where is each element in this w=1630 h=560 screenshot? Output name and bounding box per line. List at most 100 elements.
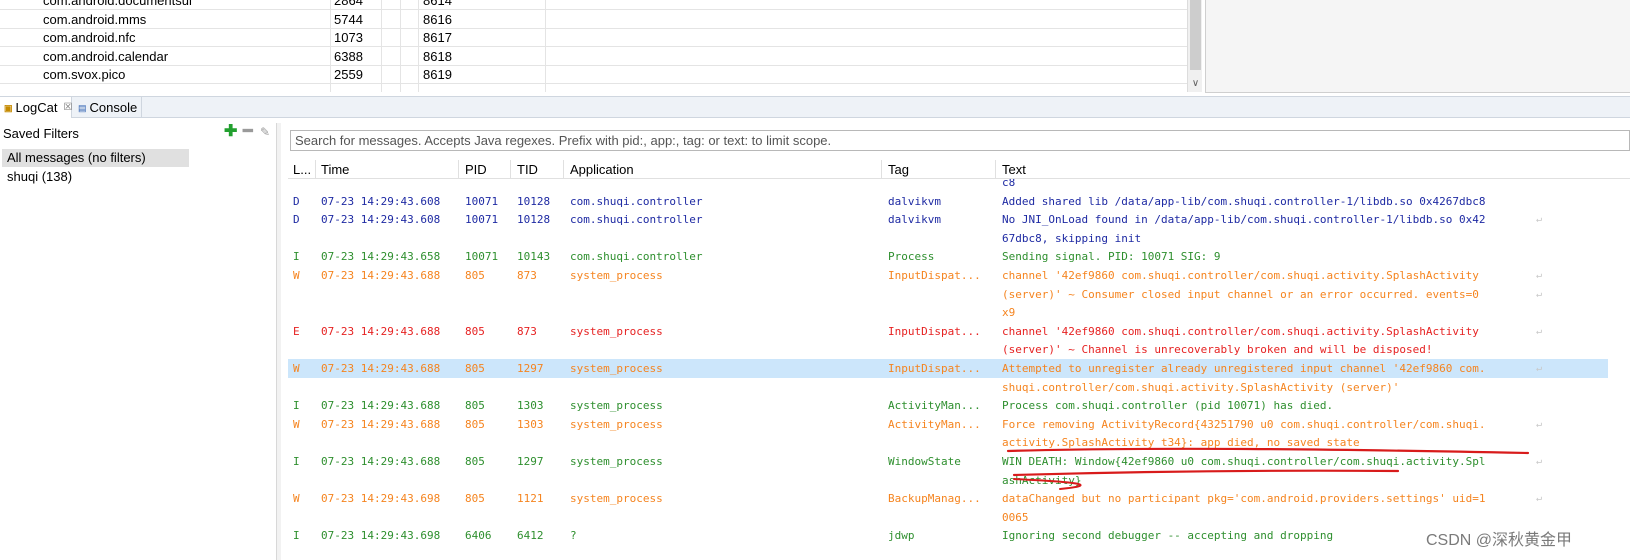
console-icon: ▤ <box>78 102 87 113</box>
process-row[interactable]: com.svox.pico 2559 8619 <box>0 66 1187 84</box>
log-row[interactable]: W 07-23 14:29:43.688 805 1303 system_process… <box>288 415 1608 434</box>
log-time: 07-23 14:29:43.658 <box>321 250 441 264</box>
filter-item-all-messages[interactable]: All messages (no filters) <box>2 149 189 167</box>
process-port: 8618 <box>423 48 452 64</box>
log-row[interactable]: E 07-23 14:29:43.688 805 873 system_process I… <box>288 322 1608 341</box>
column-header-time[interactable]: Time <box>321 161 349 178</box>
log-row[interactable]: W 07-23 14:29:43.688 805 873 system_process I… <box>288 266 1608 285</box>
scrollbar-thumb[interactable] <box>1190 0 1201 70</box>
log-level: W <box>293 269 300 282</box>
log-text: WIN DEATH: Window{42ef9860 u0 com.shuqi.… <box>1002 455 1486 468</box>
log-pid: 805 <box>465 417 485 431</box>
process-pid: 6388 <box>334 48 363 64</box>
log-pid: 6406 <box>465 529 492 543</box>
log-level: D <box>293 194 300 208</box>
log-time: 07-23 14:29:43.688 <box>321 417 441 431</box>
panel-splitter[interactable] <box>276 123 281 560</box>
log-row[interactable]: D 07-23 14:29:43.608 10071 10128 com.shuqi.c… <box>288 210 1608 229</box>
log-level: D <box>293 213 300 227</box>
column-header-tid[interactable]: TID <box>517 161 538 178</box>
log-text: Sending signal. PID: 10071 SIG: 9 <box>1002 250 1221 264</box>
column-header-level[interactable]: L... <box>293 161 311 178</box>
log-text: dataChanged but no participant pkg='com.… <box>1002 492 1486 506</box>
line-wrap-icon: ↵ <box>1536 270 1543 281</box>
close-icon[interactable]: ☒ <box>63 98 72 118</box>
log-row-continuation[interactable]: 0065 <box>288 508 1608 527</box>
add-filter-icon[interactable]: ✚ <box>224 124 237 140</box>
log-row[interactable]: I 07-23 14:29:43.688 805 1303 system_process… <box>288 396 1608 415</box>
log-level: I <box>293 250 300 264</box>
log-row-continuation[interactable]: (server)' ~ Channel is unrecoverably bro… <box>288 340 1608 359</box>
filter-item-shuqi[interactable]: shuqi (138) <box>2 168 189 186</box>
log-tid: 873 <box>517 269 537 282</box>
log-row[interactable]: I 07-23 14:29:43.658 10071 10143 com.shuqi.c… <box>288 247 1608 266</box>
process-name: com.android.documentsui <box>43 0 192 8</box>
log-time: 07-23 14:29:43.608 <box>321 213 441 227</box>
log-level: I <box>293 399 300 413</box>
log-tag: InputDispat... <box>888 362 981 375</box>
tab-console[interactable]: ▤ Console <box>74 97 142 118</box>
column-header-text[interactable]: Text <box>1002 161 1026 178</box>
line-wrap-icon: ↵ <box>1536 288 1543 300</box>
process-row[interactable]: com.android.mms 5744 8616 <box>0 11 1187 29</box>
log-application: system_process <box>570 362 663 375</box>
column-header-pid[interactable]: PID <box>465 161 487 178</box>
log-pid: 805 <box>465 269 485 282</box>
log-pid: 805 <box>465 324 485 338</box>
column-header-tag[interactable]: Tag <box>888 161 909 178</box>
process-row[interactable]: com.android.documentsui 2864 8614 <box>0 0 1187 10</box>
log-message-list[interactable]: c8 D 07-23 14:29:43.608 10071 10128 com.shuqi… <box>288 179 1630 560</box>
log-text: channel '42ef9860 com.shuqi.controller/c… <box>1002 324 1479 338</box>
log-level: E <box>293 324 300 338</box>
log-text: Attempted to unregister already unregist… <box>1002 362 1486 375</box>
process-pid: 2559 <box>334 67 363 82</box>
log-tid: 10143 <box>517 250 551 264</box>
line-wrap-icon: ↵ <box>1536 418 1543 430</box>
log-pid: 805 <box>465 455 485 468</box>
tab-logcat[interactable]: ▣ LogCat ☒ <box>0 97 72 118</box>
log-row[interactable]: I 07-23 14:29:43.688 805 1297 system_process… <box>288 452 1608 471</box>
line-wrap-icon: ↵ <box>1536 363 1543 374</box>
process-name: com.android.mms <box>43 11 147 27</box>
log-application: system_process <box>570 399 663 413</box>
tab-console-label: Console <box>89 99 138 115</box>
log-application: system_process <box>570 324 663 338</box>
log-row-continuation[interactable]: 67dbc8, skipping init <box>288 229 1608 248</box>
log-row-continuation[interactable]: (server)' ~ Consumer closed input channe… <box>288 285 1608 304</box>
process-name: com.android.nfc <box>43 30 136 45</box>
process-row[interactable]: com.android.calendar 6388 8618 <box>0 48 1187 66</box>
log-row[interactable]: W 07-23 14:29:43.698 805 1121 system_process… <box>288 489 1608 508</box>
search-input[interactable] <box>290 130 1630 151</box>
edit-filter-icon[interactable]: ✎ <box>260 125 270 139</box>
log-level: I <box>293 455 300 468</box>
remove-filter-icon[interactable]: ━ <box>243 124 253 140</box>
process-table-scrollbar[interactable]: ∨ <box>1187 0 1202 92</box>
log-application: com.shuqi.controller <box>570 194 703 208</box>
log-row-continuation[interactable]: activity.SplashActivity t34}: app died, … <box>288 433 1608 452</box>
log-tid: 873 <box>517 324 537 338</box>
log-pid: 805 <box>465 399 485 413</box>
log-time: 07-23 14:29:43.688 <box>321 455 441 468</box>
process-pid: 5744 <box>334 11 363 27</box>
log-tid: 1297 <box>517 455 544 468</box>
log-text: Added shared lib /data/app-lib/com.shuqi… <box>1002 194 1486 208</box>
log-row[interactable]: W 07-23 14:29:43.688 805 1297 system_process… <box>288 359 1608 378</box>
log-row-continuation[interactable]: ashActivity} <box>288 471 1608 490</box>
log-row-continuation[interactable]: x9 <box>288 303 1608 322</box>
log-text: Ignoring second debugger -- accepting an… <box>1002 529 1334 543</box>
log-text: shuqi.controller/com.shuqi.activity.Spla… <box>1002 380 1400 394</box>
log-tag: dalvikvm <box>888 194 941 208</box>
process-row[interactable]: com.android.nfc 1073 8617 <box>0 29 1187 47</box>
saved-filters-title: Saved Filters <box>3 126 79 141</box>
process-port: 8619 <box>423 67 452 82</box>
log-tag: jdwp <box>888 529 915 543</box>
log-application: com.shuqi.controller <box>570 213 703 227</box>
log-text: Force removing ActivityRecord{43251790 u… <box>1002 417 1486 431</box>
column-header-application[interactable]: Application <box>570 161 634 178</box>
log-row[interactable]: I 07-23 14:29:43.698 6406 6412? jdwp Ignoring… <box>288 526 1608 545</box>
scroll-down-arrow-icon[interactable]: ∨ <box>1188 76 1203 92</box>
log-row-continuation[interactable]: c8 <box>288 179 1608 192</box>
log-row-continuation[interactable]: shuqi.controller/com.shuqi.activity.Spla… <box>288 378 1608 397</box>
log-row[interactable]: D 07-23 14:29:43.608 10071 10128 com.shuqi.c… <box>288 192 1608 211</box>
log-tid: 10128 <box>517 213 551 227</box>
